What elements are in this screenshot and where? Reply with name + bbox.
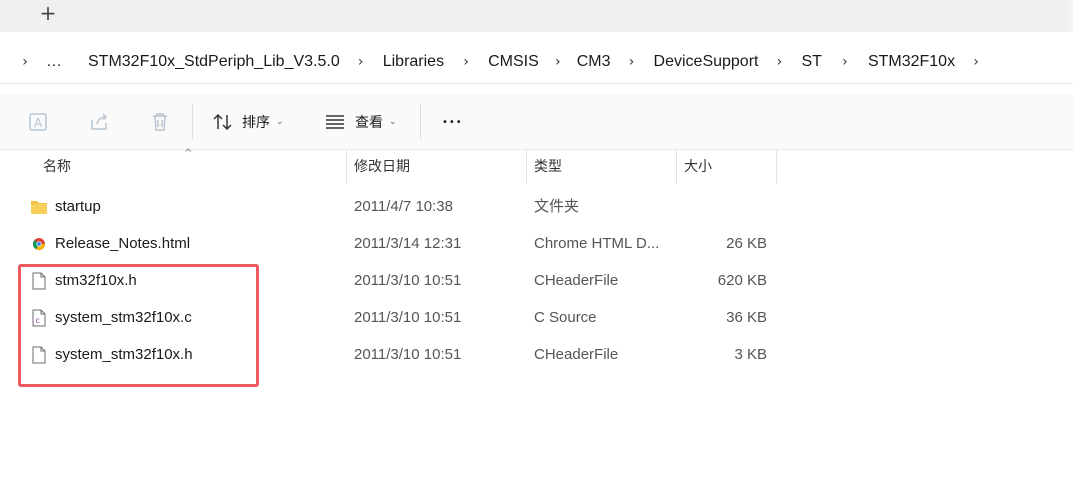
sort-icon	[213, 113, 232, 131]
more-options-button[interactable]: •••	[442, 108, 463, 136]
file-modified: 2011/4/7 10:38	[354, 198, 453, 215]
sort-button[interactable]: 排序 ⌄	[212, 108, 284, 136]
chevron-right-icon[interactable]: ›	[354, 54, 368, 70]
breadcrumb-item-libraries[interactable]: Libraries	[377, 53, 450, 71]
column-divider[interactable]	[676, 150, 677, 184]
chevron-right-icon[interactable]: ›	[18, 54, 32, 70]
file-name: Release_Notes.html	[55, 235, 191, 252]
column-header-type[interactable]: 类型	[534, 150, 562, 184]
chevron-right-icon[interactable]: ›	[772, 54, 786, 70]
list-item[interactable]: Release_Notes.html 2011/3/14 12:31 Chrom…	[0, 226, 780, 262]
breadcrumb-item-st[interactable]: ST	[795, 53, 827, 71]
folder-icon	[31, 201, 47, 214]
view-list-icon	[326, 115, 344, 129]
file-type: C Source	[534, 309, 597, 326]
chevron-right-icon[interactable]: ›	[551, 54, 565, 70]
file-modified: 2011/3/10 10:51	[354, 346, 462, 363]
highlight-annotation	[18, 264, 259, 387]
new-tab-button[interactable]: +	[36, 2, 60, 26]
trash-icon	[153, 113, 167, 131]
list-item[interactable]: startup 2011/4/7 10:38 文件夹	[0, 189, 780, 225]
chevron-right-icon[interactable]: ›	[838, 54, 852, 70]
command-bar: A 排序 ⌄ 查看 ⌄ •••	[0, 94, 1073, 150]
file-size: 36 KB	[726, 309, 767, 326]
file-size	[677, 189, 767, 225]
column-header-row: ^ 名称 修改日期 类型 大小	[0, 148, 1073, 184]
column-header-modified[interactable]: 修改日期	[354, 150, 410, 184]
column-header-size[interactable]: 大小	[684, 150, 712, 184]
chrome-html-icon	[32, 238, 45, 251]
view-label: 查看	[355, 115, 383, 131]
share-button[interactable]	[89, 108, 111, 136]
file-type: CHeaderFile	[534, 272, 619, 289]
file-size: 620 KB	[717, 272, 767, 289]
delete-button[interactable]	[149, 108, 171, 136]
breadcrumb-item-cmsis[interactable]: CMSIS	[482, 53, 545, 71]
breadcrumb-item-stm32f10x[interactable]: STM32F10x	[862, 53, 961, 71]
rename-button[interactable]: A	[28, 108, 50, 136]
column-header-name[interactable]: 名称	[43, 150, 71, 184]
toolbar-divider	[420, 104, 421, 140]
sort-ascending-icon: ^	[184, 148, 193, 159]
tab-strip: +	[0, 0, 1073, 32]
chevron-down-icon: ⌄	[276, 117, 284, 127]
chevron-right-icon[interactable]: ›	[969, 54, 983, 70]
file-modified: 2011/3/14 12:31	[354, 235, 462, 252]
sort-label: 排序	[242, 115, 270, 131]
share-icon	[91, 113, 108, 130]
chevron-right-icon[interactable]: ›	[625, 54, 639, 70]
view-button[interactable]: 查看 ⌄	[324, 108, 397, 136]
breadcrumb-overflow[interactable]: …	[46, 53, 70, 71]
breadcrumb-item-cm3[interactable]: CM3	[571, 53, 617, 71]
svg-text:A: A	[34, 116, 43, 130]
file-size: 26 KB	[726, 235, 767, 252]
file-type: CHeaderFile	[534, 346, 619, 363]
column-divider[interactable]	[346, 150, 347, 184]
file-name: startup	[55, 198, 101, 215]
breadcrumb-item-devicesupport[interactable]: DeviceSupport	[648, 53, 765, 71]
address-bar[interactable]: › … STM32F10x_StdPeriph_Lib_V3.5.0 › Lib…	[0, 40, 1073, 84]
file-type: Chrome HTML D...	[534, 235, 660, 252]
rename-icon: A	[29, 113, 47, 131]
file-modified: 2011/3/10 10:51	[354, 309, 462, 326]
file-modified: 2011/3/10 10:51	[354, 272, 462, 289]
column-divider[interactable]	[776, 150, 777, 184]
chevron-right-icon[interactable]: ›	[459, 54, 473, 70]
file-type: 文件夹	[534, 198, 580, 215]
breadcrumb-item-stdperiph-lib[interactable]: STM32F10x_StdPeriph_Lib_V3.5.0	[82, 53, 346, 71]
column-divider[interactable]	[526, 150, 527, 184]
chevron-down-icon: ⌄	[389, 117, 397, 127]
breadcrumb: › … STM32F10x_StdPeriph_Lib_V3.5.0 › Lib…	[0, 40, 983, 84]
plus-icon: +	[39, 1, 57, 25]
tab-strip-background	[0, 0, 1068, 32]
file-size: 3 KB	[734, 346, 767, 363]
toolbar-divider	[192, 104, 193, 140]
